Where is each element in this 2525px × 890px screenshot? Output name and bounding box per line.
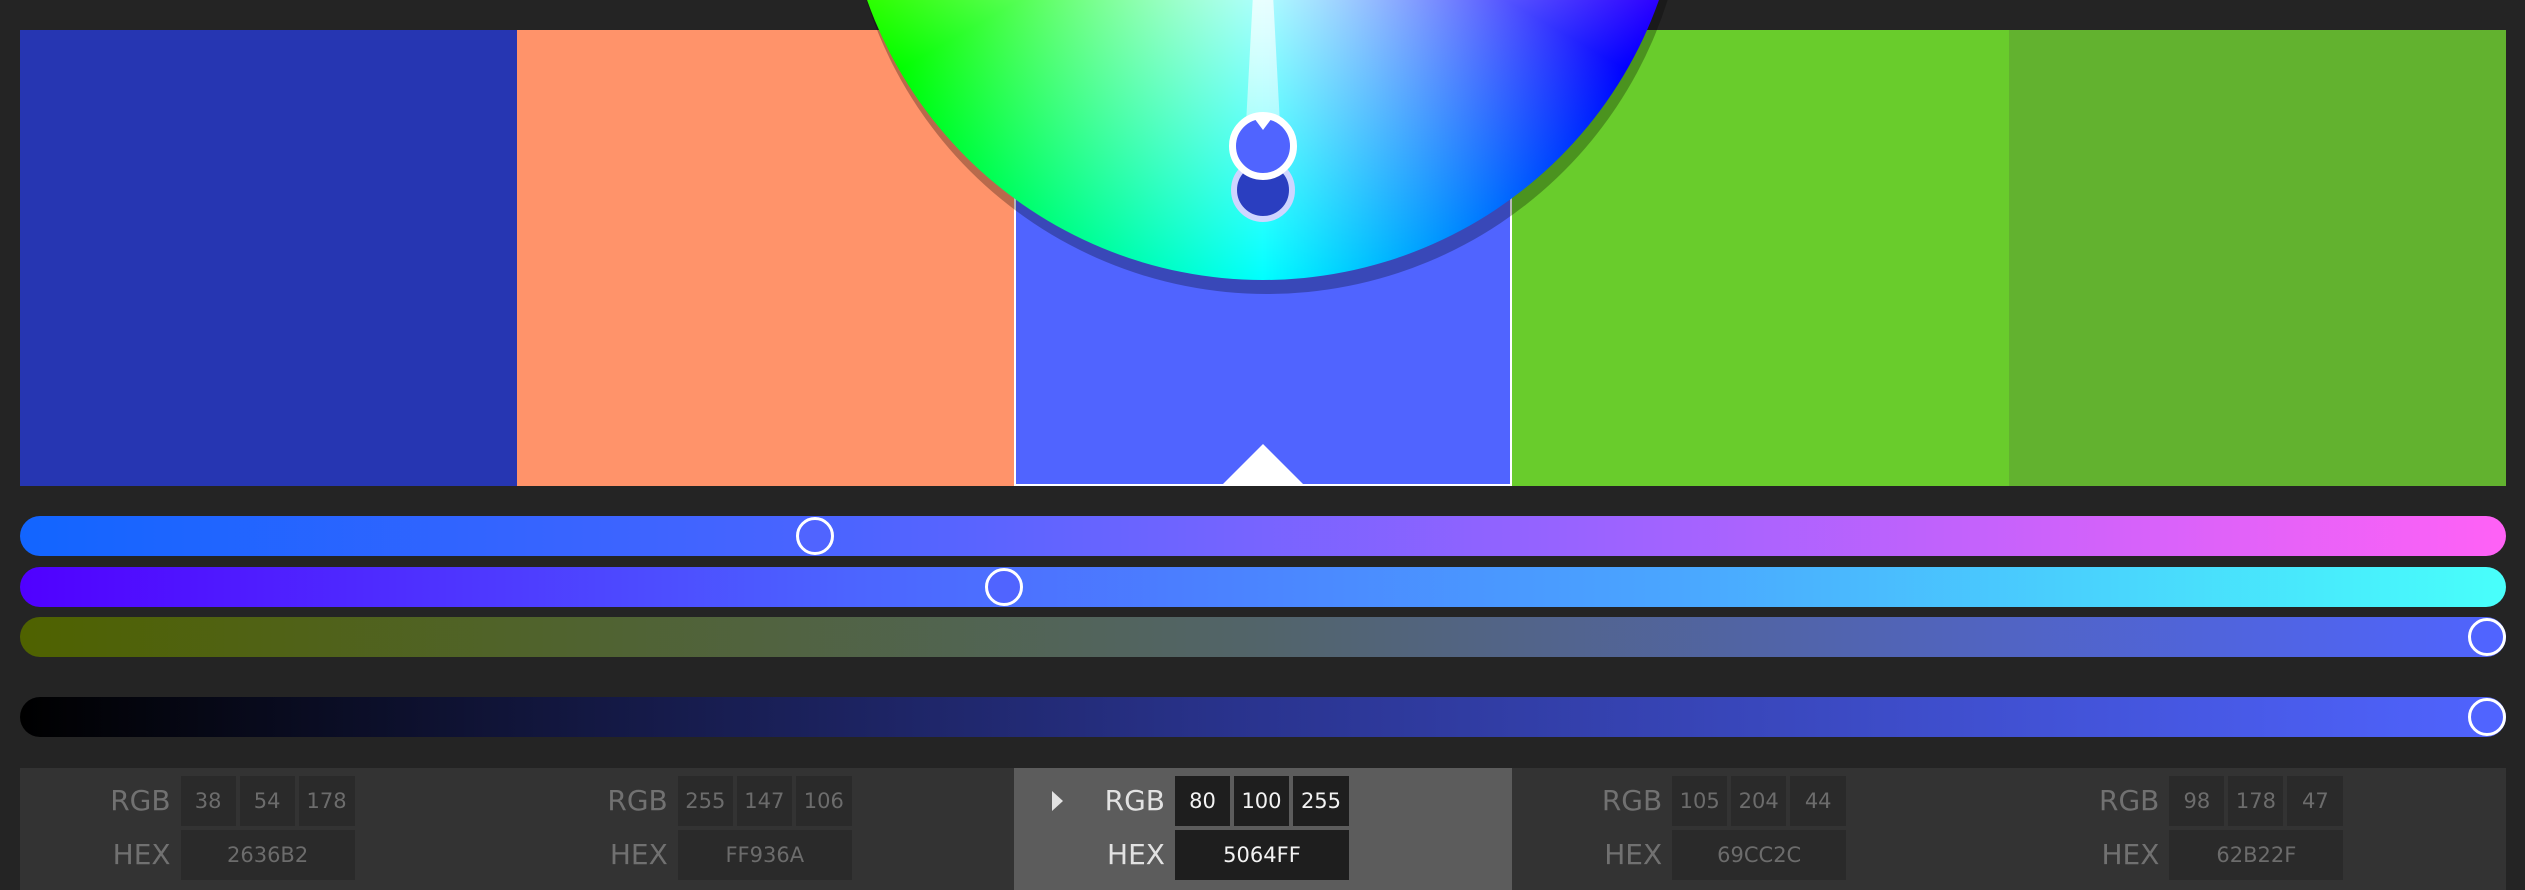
hex-value-field[interactable]: 2636B2 (180, 830, 355, 880)
rgb-label: RGB (110, 784, 171, 817)
hex-label: HEX (1604, 838, 1663, 871)
green-value-field[interactable]: 178 (2228, 776, 2284, 826)
expand-caret-icon[interactable] (1051, 791, 1063, 811)
color-values-4: RGB 105 204 44 HEX 69CC2C (1512, 768, 2009, 890)
red-value-field[interactable]: 38 (180, 776, 236, 826)
slider-2[interactable] (20, 567, 2506, 607)
slider-1-thumb[interactable] (796, 517, 835, 555)
hex-label: HEX (112, 838, 171, 871)
hex-value-field[interactable]: FF936A (677, 830, 852, 880)
color-values-2: RGB 255 147 106 HEX FF936A (517, 768, 1014, 890)
rgb-row: RGB 105 204 44 (1512, 776, 2009, 826)
color-swatch-1[interactable] (20, 30, 518, 486)
rgb-label: RGB (1104, 784, 1165, 817)
hex-label: HEX (1107, 838, 1165, 871)
hex-row: HEX 5064FF (1014, 830, 1511, 880)
handle-notch-icon (1254, 118, 1272, 130)
rgb-row: RGB 38 54 178 (20, 776, 517, 826)
color-wheel[interactable] (843, 0, 1683, 280)
brightness-slider[interactable] (20, 697, 2506, 737)
brightness-slider-thumb[interactable] (2468, 698, 2506, 736)
hex-row: HEX 2636B2 (20, 830, 517, 880)
green-value-field[interactable]: 54 (239, 776, 295, 826)
green-value-field[interactable]: 204 (1731, 776, 1787, 826)
hex-value-field[interactable]: 5064FF (1174, 830, 1349, 880)
blue-value-field[interactable]: 178 (298, 776, 355, 826)
hex-label: HEX (2101, 838, 2160, 871)
green-value-field[interactable]: 100 (1233, 776, 1289, 826)
slider-2-thumb[interactable] (984, 568, 1023, 606)
rgb-row: RGB 80 100 255 (1014, 776, 1511, 826)
hex-value-field[interactable]: 62B22F (2169, 830, 2344, 880)
red-value-field[interactable]: 105 (1672, 776, 1728, 826)
blue-value-field[interactable]: 106 (795, 776, 852, 826)
rgb-row: RGB 255 147 106 (517, 776, 1014, 826)
blue-value-field[interactable]: 47 (2287, 776, 2344, 826)
red-value-field[interactable]: 255 (677, 776, 733, 826)
slider-1[interactable] (20, 516, 2506, 556)
slider-3-thumb[interactable] (2468, 618, 2506, 656)
color-values-5: RGB 98 178 47 HEX 62B22F (2009, 768, 2506, 890)
red-value-field[interactable]: 98 (2169, 776, 2225, 826)
hex-row: HEX 62B22F (2009, 830, 2506, 880)
rgb-label: RGB (2099, 784, 2160, 817)
blue-value-field[interactable]: 44 (1790, 776, 1847, 826)
slider-3[interactable] (20, 617, 2506, 657)
color-wheel-container (843, 0, 1687, 294)
hex-label: HEX (609, 838, 668, 871)
rgb-label: RGB (1601, 784, 1663, 817)
hex-value-field[interactable]: 69CC2C (1672, 830, 1847, 880)
color-values-3: RGB 80 100 255 HEX 5064FF (1014, 768, 1512, 890)
color-swatch-5[interactable] (2008, 30, 2506, 486)
hex-row: HEX 69CC2C (1512, 830, 2009, 880)
green-value-field[interactable]: 147 (736, 776, 792, 826)
rgb-label: RGB (607, 784, 668, 817)
blue-value-field[interactable]: 255 (1292, 776, 1349, 826)
wheel-handle-primary[interactable] (1229, 112, 1297, 180)
color-values-1: RGB 38 54 178 HEX 2636B2 (20, 768, 517, 890)
hex-row: HEX FF936A (517, 830, 1014, 880)
rgb-row: RGB 98 178 47 (2009, 776, 2506, 826)
red-value-field[interactable]: 80 (1174, 776, 1230, 826)
active-swatch-marker-icon (1222, 444, 1303, 484)
color-values-panel: RGB 38 54 178 HEX 2636B2 RGB 255 147 106 HEX FF936A… (20, 768, 2506, 890)
